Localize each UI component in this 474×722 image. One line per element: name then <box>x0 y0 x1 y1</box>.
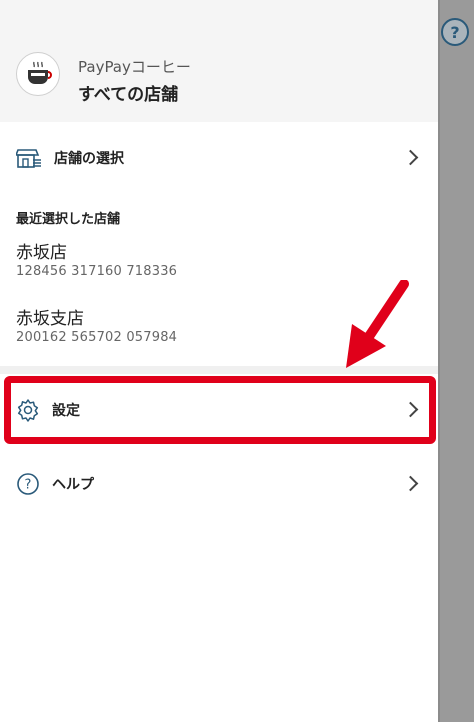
background-strip <box>440 0 474 722</box>
coffee-cup-icon <box>28 61 52 84</box>
drawer-header: PayPayコーヒー すべての店舗 <box>0 0 438 122</box>
store-select-label: 店舗の選択 <box>54 151 124 167</box>
chevron-right-icon <box>402 475 419 492</box>
pointer-arrow-icon <box>346 280 409 368</box>
question-circle-icon: ? <box>17 473 39 495</box>
recent-store-code: 200162 565702 057984 <box>16 330 178 345</box>
recent-store-name[interactable]: 赤坂支店 <box>16 304 84 329</box>
shop-logo <box>16 52 60 96</box>
help-label: ヘルプ <box>52 477 94 493</box>
help-fab-icon[interactable]: ? <box>441 18 469 46</box>
store-icon <box>16 149 41 168</box>
chevron-right-icon <box>402 149 419 166</box>
svg-text:?: ? <box>25 478 32 493</box>
shop-scope-title: すべての店舗 <box>78 85 179 105</box>
recent-stores-heading: 最近選択した店舗 <box>16 212 121 227</box>
recent-store-code: 128456 317160 718336 <box>16 264 178 279</box>
recent-store-name[interactable]: 赤坂店 <box>16 238 67 263</box>
shop-brand-name: PayPayコーヒー <box>78 58 191 76</box>
highlight-box <box>4 376 436 444</box>
store-select-item[interactable]: 店舗の選択 <box>0 128 438 188</box>
help-item[interactable]: ? ヘルプ <box>0 454 438 514</box>
